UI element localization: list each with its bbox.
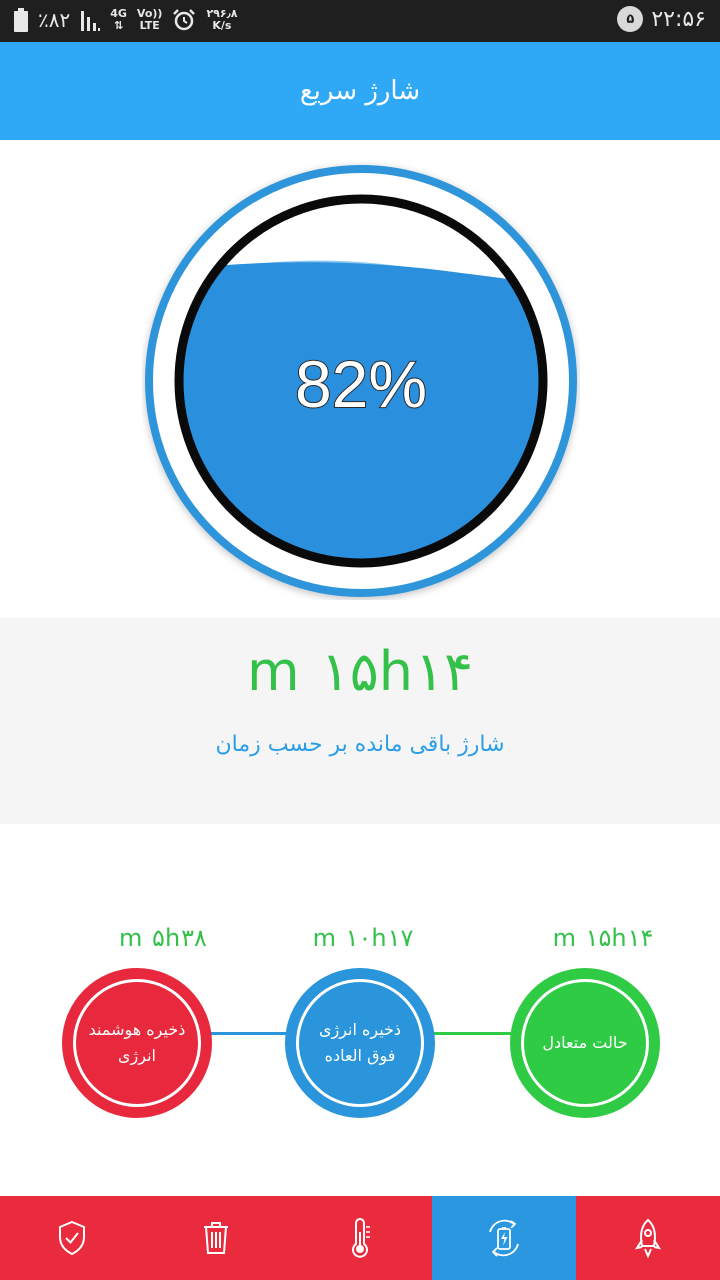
nav-protection[interactable] — [0, 1196, 144, 1280]
ultra-energy-save-button[interactable]: ذخیره انرژی فوق العاده — [285, 968, 435, 1118]
mode-time-balanced: m ۱۵h۱۴ — [552, 924, 654, 952]
network-type-indicator: 4G ⇅ — [110, 8, 127, 32]
nav-fast-charge[interactable] — [432, 1196, 576, 1280]
remaining-time-panel: m ۱۵h۱۴ شارژ باقی مانده بر حسب زمان — [0, 618, 720, 824]
signal-icon — [81, 11, 101, 31]
remaining-time-value: m ۱۵h۱۴ — [246, 640, 473, 703]
shield-check-icon — [59, 1220, 85, 1256]
trash-icon — [204, 1222, 228, 1254]
battery-percent: ٪۸۲ — [38, 8, 71, 32]
smart-energy-save-button[interactable]: ذخیره هوشمند انرژی — [62, 968, 212, 1118]
mode-connector-left — [210, 1032, 290, 1035]
mode-time-ultra: m ۱۰h۱۷ — [312, 924, 414, 952]
battery-percent-label: 82% — [295, 347, 427, 421]
network-speed: ۲۹۶٫۸ K/s — [206, 8, 237, 32]
bottom-nav — [0, 1196, 720, 1280]
page-title: شارژ سریع — [299, 76, 421, 106]
data-arrows-icon: ⇅ — [113, 19, 124, 32]
alarm-icon — [173, 9, 196, 31]
app-bar: شارژ سریع — [0, 42, 720, 140]
volte-bottom: LTE — [139, 19, 160, 32]
nav-booster[interactable] — [576, 1196, 720, 1280]
clock: ۲۲:۵۶ — [651, 6, 706, 32]
rocket-icon — [634, 1218, 662, 1258]
ultra-energy-save-label: ذخیره انرژی فوق العاده — [296, 979, 424, 1107]
battery-charging-icon — [489, 1219, 519, 1257]
status-left: ٪۸۲ 4G ⇅ Vo)) LTE ۲۹۶٫۸ K/s — [14, 8, 237, 32]
status-right: ۵ ۲۲:۵۶ — [617, 6, 706, 32]
volte-indicator: Vo)) LTE — [137, 8, 163, 32]
nav-cooler[interactable] — [288, 1196, 432, 1280]
speed-unit: K/s — [212, 19, 232, 32]
balanced-mode-button[interactable]: حالت متعادل — [510, 968, 660, 1118]
remaining-time-label: شارژ باقی مانده بر حسب زمان — [215, 732, 505, 757]
battery-icon — [14, 8, 28, 32]
thermometer-icon — [352, 1218, 370, 1258]
mode-connector-right — [430, 1032, 515, 1035]
nav-cleaner[interactable] — [144, 1196, 288, 1280]
smart-energy-save-label: ذخیره هوشمند انرژی — [73, 979, 201, 1107]
notification-badge[interactable]: ۵ — [617, 6, 644, 32]
battery-gauge: 82% — [145, 165, 577, 597]
balanced-mode-label: حالت متعادل — [521, 979, 649, 1107]
status-bar: ٪۸۲ 4G ⇅ Vo)) LTE ۲۹۶٫۸ K/s ۵ ۲۲:۵۶ — [0, 0, 720, 42]
mode-time-smart: m ۵h۳۸ — [119, 924, 207, 952]
